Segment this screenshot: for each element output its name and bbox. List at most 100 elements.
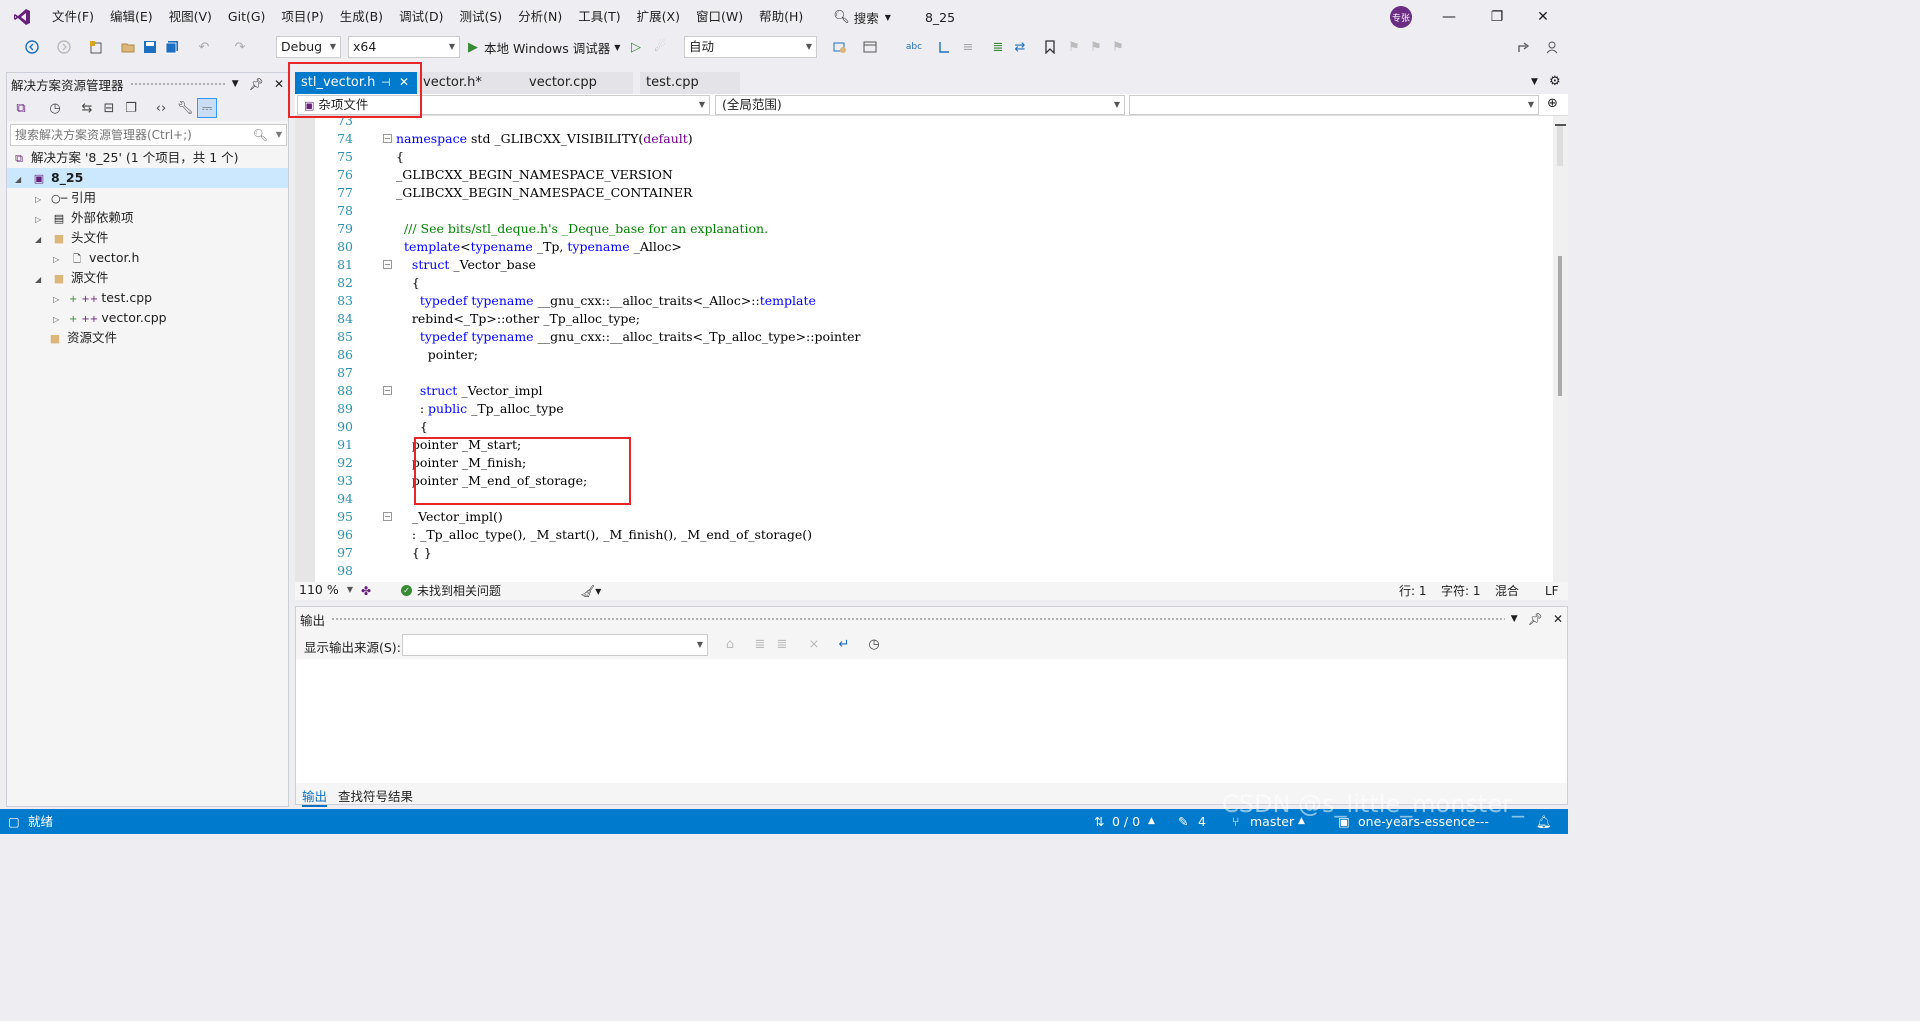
output-source-select[interactable]: ▼ (402, 634, 708, 656)
code-line[interactable]: 77 _GLIBCXX_BEGIN_NAMESPACE_CONTAINER (295, 184, 1553, 202)
chevron-down-icon[interactable]: ▼ (232, 79, 239, 89)
tree-item-header-files[interactable]: ◢ ■ 头文件 (7, 228, 288, 248)
menu-item[interactable]: 扩展(X) (629, 0, 688, 34)
menu-item[interactable]: 视图(V) (161, 0, 220, 34)
tree-item-references[interactable]: ▷ ○─ 引用 (7, 188, 288, 208)
browse-icon[interactable] (830, 37, 850, 57)
save-icon[interactable] (140, 37, 160, 57)
member-scope-select[interactable]: ▼ (1129, 95, 1539, 115)
collapse-region-icon[interactable]: − (383, 512, 392, 521)
restore-button[interactable]: ❐ (1474, 0, 1520, 34)
code-line[interactable]: 78 (295, 202, 1553, 220)
tree-item-external-deps[interactable]: ▷ ▤ 外部依赖项 (7, 208, 288, 228)
back-icon[interactable] (22, 37, 42, 57)
code-view-icon[interactable]: ‹› (151, 98, 171, 118)
collapsed-triangle-icon[interactable]: ▷ (53, 290, 65, 310)
code-cleanup-icon[interactable]: 🧹︎▾ (580, 582, 601, 600)
code-line[interactable]: 95 − _Vector_impl() (295, 508, 1553, 526)
pin-icon[interactable]: 📌︎ (249, 77, 264, 91)
line-number[interactable]: 行: 1 (1399, 582, 1427, 600)
sync-icon[interactable]: ⇆ (77, 98, 97, 118)
code-line[interactable]: 86 pointer; (295, 346, 1553, 364)
properties-icon[interactable]: 🔧︎ (175, 98, 195, 118)
feedback-icon[interactable] (1542, 37, 1562, 57)
previous-message-icon[interactable]: ≣ (750, 634, 770, 654)
spell-check-icon[interactable]: abc (904, 37, 924, 57)
search-button[interactable]: 🔍︎ 搜索 ▼ (825, 8, 899, 27)
preview-icon[interactable]: ⎓ (197, 98, 217, 118)
collapsed-triangle-icon[interactable]: ▷ (53, 250, 65, 270)
code-line[interactable]: 76 _GLIBCXX_BEGIN_NAMESPACE_VERSION (295, 166, 1553, 184)
code-line[interactable]: 85 typedef typename __gnu_cxx::__alloc_t… (295, 328, 1553, 346)
clear-all-icon[interactable]: ⨯ (804, 634, 824, 654)
expanded-triangle-icon[interactable]: ◢ (15, 170, 27, 190)
menu-item[interactable]: 窗口(W) (688, 0, 751, 34)
menu-item[interactable]: 测试(S) (451, 0, 510, 34)
menu-item[interactable]: Git(G) (220, 0, 274, 34)
drag-handle[interactable] (129, 81, 226, 87)
hot-reload-icon[interactable]: ☄ (650, 37, 670, 57)
minimize-button[interactable]: — (1426, 0, 1472, 34)
tree-item-project[interactable]: ◢ ▣ 8_25 (7, 168, 288, 188)
pin-icon[interactable]: 📌︎ (1528, 612, 1543, 626)
collapse-all-icon[interactable]: ⊟ (99, 98, 119, 118)
go-to-line-icon[interactable]: ⌂ (720, 634, 740, 654)
comment-icon[interactable] (934, 37, 954, 57)
uncomment-icon[interactable]: ≡ (958, 37, 978, 57)
clear-bookmarks-icon[interactable]: ⚑ (1108, 37, 1128, 57)
solution-configuration-select[interactable]: Debug ▼ (276, 36, 341, 58)
collapse-region-icon[interactable]: − (383, 134, 392, 143)
close-icon[interactable]: ✕ (1553, 612, 1563, 626)
code-line[interactable]: 84 rebind<_Tp>::other _Tp_alloc_type; (295, 310, 1553, 328)
commit-count[interactable]: 0 / 0 (1112, 809, 1140, 834)
start-without-debugging-icon[interactable]: ▷ (626, 37, 646, 57)
line-ending[interactable]: LF (1545, 582, 1559, 600)
solution-search-input[interactable]: 搜索解决方案资源管理器(Ctrl+;) 🔍︎ ▼ (10, 124, 287, 146)
outdent-icon[interactable]: ≣ (988, 37, 1008, 57)
expanded-triangle-icon[interactable]: ◢ (35, 230, 47, 250)
forward-icon[interactable] (54, 37, 74, 57)
code-line[interactable]: 79 /// See bits/stl_deque.h's _Deque_bas… (295, 220, 1553, 238)
tab-output[interactable]: 输出 (302, 786, 328, 807)
code-line[interactable]: 80 template<typename _Tp, typename _Allo… (295, 238, 1553, 256)
close-icon[interactable]: ✕ (274, 77, 284, 91)
code-line[interactable]: 81 − struct _Vector_base (295, 256, 1553, 274)
next-message-icon[interactable]: ≣ (772, 634, 792, 654)
menu-item[interactable]: 文件(F) (44, 0, 102, 34)
menu-item[interactable]: 工具(T) (570, 0, 628, 34)
pending-changes-icon[interactable]: ◷ (45, 98, 65, 118)
code-line[interactable]: 90 { (295, 418, 1553, 436)
menu-item[interactable]: 项目(P) (273, 0, 331, 34)
type-scope-select[interactable]: (全局范围) ▼ (715, 95, 1125, 115)
code-line[interactable]: 88 − struct _Vector_impl (295, 382, 1553, 400)
code-line[interactable]: 96 : _Tp_alloc_type(), _M_start(), _M_fi… (295, 526, 1553, 544)
tree-item-test-cpp[interactable]: ▷ + ++ test.cpp (7, 288, 288, 308)
tab-list-dropdown-icon[interactable]: ▼ (1531, 77, 1538, 87)
avatar[interactable]: 专张 (1390, 6, 1412, 28)
bookmark-icon[interactable] (1040, 37, 1060, 57)
menu-item[interactable]: 生成(B) (332, 0, 391, 34)
code-line[interactable]: 74 − namespace std _GLIBCXX_VISIBILITY(def… (295, 130, 1553, 148)
code-line[interactable]: 73 (295, 116, 1553, 130)
close-window-button[interactable]: ✕ (1520, 0, 1566, 34)
next-bookmark-icon[interactable]: ⚑ (1086, 37, 1106, 57)
vertical-scrollbar[interactable] (1553, 116, 1568, 582)
code-line[interactable]: 87 (295, 364, 1553, 382)
menu-item[interactable]: 调试(D) (391, 0, 451, 34)
output-text-area[interactable] (296, 659, 1567, 783)
prev-bookmark-icon[interactable]: ⚑ (1064, 37, 1084, 57)
expanded-triangle-icon[interactable]: ◢ (35, 270, 47, 290)
save-all-icon[interactable] (162, 37, 182, 57)
code-line[interactable]: 89 : public _Tp_alloc_type (295, 400, 1553, 418)
menu-item[interactable]: 帮助(H) (751, 0, 811, 34)
column-number[interactable]: 字符: 1 (1441, 582, 1481, 600)
menu-item[interactable]: 分析(N) (510, 0, 570, 34)
redo-icon[interactable]: ↷ (230, 37, 250, 57)
split-window-icon[interactable]: ⊕ (1547, 96, 1558, 111)
tree-item-resource-files[interactable]: ■ 资源文件 (7, 328, 288, 348)
whitespace-mode[interactable]: 混合 (1495, 582, 1519, 600)
code-line[interactable]: 82 { (295, 274, 1553, 292)
window-layout-icon[interactable] (860, 37, 880, 57)
open-folder-icon[interactable] (118, 37, 138, 57)
collapse-region-icon[interactable]: − (383, 386, 392, 395)
